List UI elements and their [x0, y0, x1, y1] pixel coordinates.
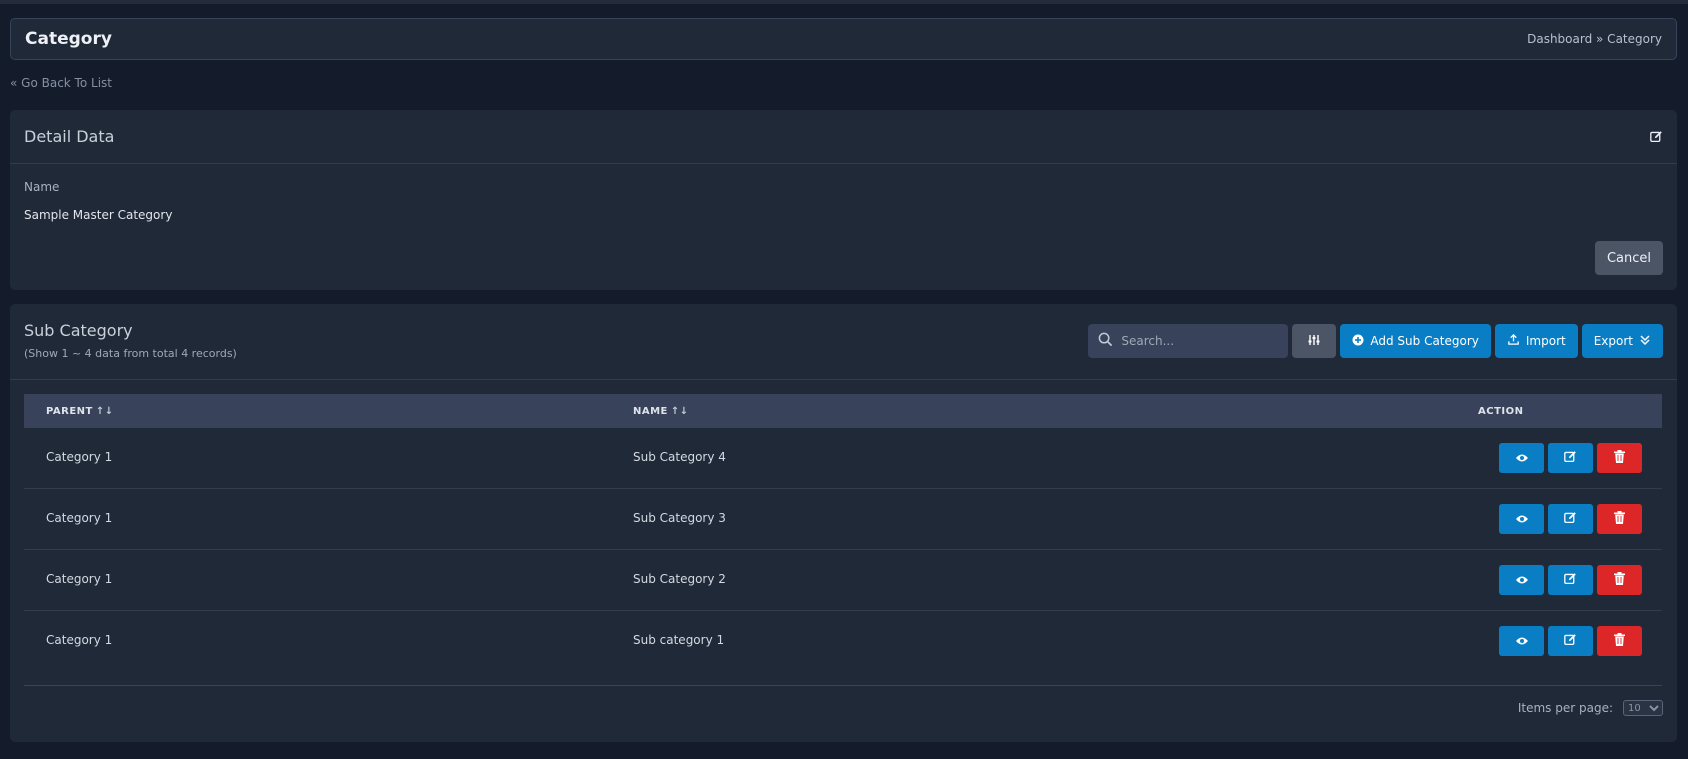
table-row: Category 1 Sub category 1 — [24, 611, 1662, 672]
top-bar — [0, 0, 1688, 4]
cell-name: Sub Category 2 — [633, 572, 726, 586]
trash-icon — [1614, 633, 1625, 649]
search-icon — [1098, 332, 1113, 351]
cell-name: Sub Category 3 — [633, 511, 726, 525]
items-per-page-select[interactable]: 10 — [1623, 700, 1663, 716]
export-button[interactable]: Export — [1581, 324, 1663, 358]
delete-button[interactable] — [1597, 443, 1642, 473]
edit-icon — [1564, 572, 1577, 588]
add-sub-category-button[interactable]: Add Sub Category — [1340, 324, 1491, 358]
search-box[interactable] — [1088, 324, 1289, 358]
table-row: Category 1 Sub Category 3 — [24, 489, 1662, 550]
detail-card-header: Detail Data — [10, 110, 1677, 164]
view-button[interactable] — [1499, 565, 1544, 595]
cancel-button[interactable]: Cancel — [1595, 241, 1663, 275]
records-summary: (Show 1 ~ 4 data from total 4 records) — [24, 347, 237, 360]
trash-icon — [1614, 511, 1625, 527]
upload-icon — [1507, 333, 1520, 349]
name-value: Sample Master Category — [24, 208, 173, 222]
sub-category-table: PARENT ↑↓ NAME ↑↓ ACTION Category 1 Sub Ca… — [24, 394, 1662, 672]
delete-button[interactable] — [1597, 626, 1642, 656]
edit-button[interactable] — [1548, 504, 1593, 534]
cell-name: Sub category 1 — [633, 633, 725, 647]
search-input[interactable] — [1121, 334, 1272, 348]
eye-icon — [1515, 573, 1529, 588]
cell-name: Sub Category 4 — [633, 450, 726, 464]
edit-icon[interactable] — [1649, 130, 1663, 144]
sub-category-title: Sub Category — [24, 321, 133, 340]
plus-circle-icon — [1352, 334, 1364, 349]
trash-icon — [1614, 450, 1625, 466]
eye-icon — [1515, 512, 1529, 527]
eye-icon — [1515, 634, 1529, 649]
chevrons-down-icon — [1639, 334, 1651, 349]
page-title: Category — [25, 29, 112, 49]
view-button[interactable] — [1499, 504, 1544, 534]
edit-icon — [1564, 450, 1577, 466]
sliders-icon — [1308, 334, 1320, 349]
row-actions — [1499, 504, 1642, 534]
sub-category-card: Sub Category (Show 1 ~ 4 data from total… — [10, 304, 1677, 742]
view-button[interactable] — [1499, 626, 1544, 656]
edit-icon — [1564, 511, 1577, 527]
cell-parent: Category 1 — [46, 633, 113, 647]
import-label: Import — [1525, 334, 1566, 348]
go-back-link[interactable]: « Go Back To List — [10, 76, 112, 90]
table-header: PARENT ↑↓ NAME ↑↓ ACTION — [24, 394, 1662, 428]
import-button[interactable]: Import — [1494, 324, 1578, 358]
delete-button[interactable] — [1597, 565, 1642, 595]
pagination: Items per page: 10 — [1518, 700, 1663, 716]
sub-category-header: Sub Category (Show 1 ~ 4 data from total… — [10, 304, 1677, 380]
view-button[interactable] — [1499, 443, 1544, 473]
column-header-name[interactable]: NAME ↑↓ — [633, 406, 689, 417]
edit-button[interactable] — [1548, 626, 1593, 656]
delete-button[interactable] — [1597, 504, 1642, 534]
column-header-parent[interactable]: PARENT ↑↓ — [46, 406, 114, 417]
breadcrumb[interactable]: Dashboard » Category — [1527, 32, 1662, 46]
table-footer-divider — [24, 685, 1662, 686]
export-label: Export — [1593, 334, 1633, 348]
column-header-action: ACTION — [1478, 405, 1524, 417]
items-per-page-label: Items per page: — [1517, 701, 1613, 715]
trash-icon — [1614, 572, 1625, 588]
cell-parent: Category 1 — [46, 572, 113, 586]
row-actions — [1499, 443, 1642, 473]
edit-icon — [1564, 633, 1577, 649]
cell-parent: Category 1 — [46, 511, 113, 525]
row-actions — [1499, 626, 1642, 656]
eye-icon — [1515, 451, 1529, 466]
table-row: Category 1 Sub Category 2 — [24, 550, 1662, 611]
row-actions — [1499, 565, 1642, 595]
sort-icon: ↑↓ — [670, 405, 689, 417]
name-label: Name — [24, 180, 60, 194]
edit-button[interactable] — [1548, 443, 1593, 473]
detail-card: Detail Data Name Sample Master Category … — [10, 110, 1677, 290]
toolbar: Add Sub Category Import Export — [1088, 324, 1663, 358]
edit-button[interactable] — [1548, 565, 1593, 595]
detail-card-title: Detail Data — [24, 127, 115, 146]
table-row: Category 1 Sub Category 4 — [24, 428, 1662, 489]
page-header: Category Dashboard » Category — [10, 18, 1677, 60]
filter-button[interactable] — [1292, 324, 1337, 358]
cell-parent: Category 1 — [46, 450, 113, 464]
sort-icon: ↑↓ — [95, 405, 114, 417]
add-sub-category-label: Add Sub Category — [1370, 334, 1479, 348]
